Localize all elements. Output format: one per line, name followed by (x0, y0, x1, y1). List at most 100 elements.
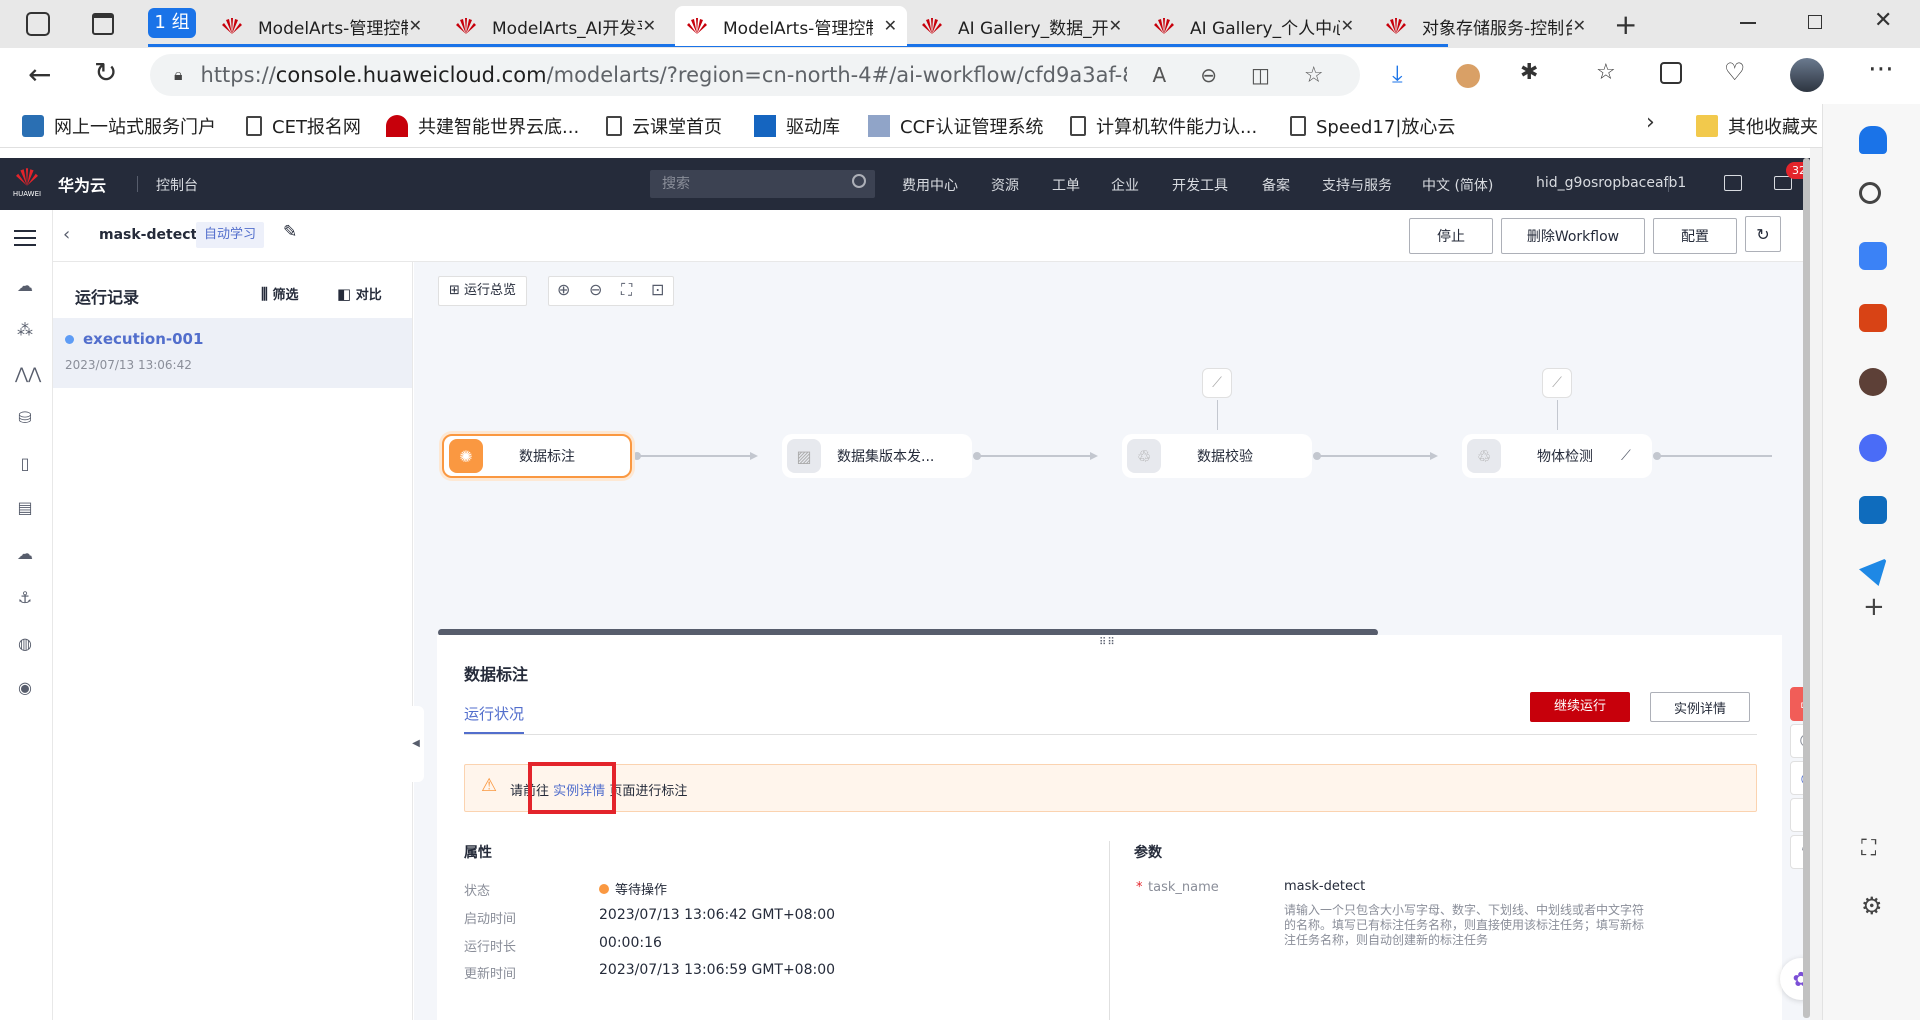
tab-group-label[interactable]: 1 组 (148, 8, 196, 38)
settings-gear-icon[interactable]: ⚙ (1861, 892, 1883, 920)
nav-filing[interactable]: 备案 (1262, 175, 1290, 195)
global-search-input[interactable]: 搜索 (650, 170, 875, 198)
new-tab-icon[interactable]: + (1614, 8, 1637, 41)
close-tab-icon[interactable]: ✕ (409, 16, 422, 35)
tab-modelarts-console-1[interactable]: ModelArts-管理控制台 ✕ (210, 6, 432, 46)
download-icon[interactable]: ⤓ (1392, 60, 1403, 88)
metrics-chart-icon[interactable]: ⟋ (1542, 368, 1572, 398)
workspaces-icon[interactable] (26, 12, 50, 36)
nav-tickets[interactable]: 工单 (1052, 175, 1080, 195)
screenshot-icon[interactable]: ⛶ (1861, 836, 1876, 861)
stop-button[interactable]: 停止 (1409, 218, 1493, 254)
vertical-scrollbar[interactable] (1803, 158, 1810, 1018)
read-aloud-icon[interactable]: A (1153, 63, 1167, 87)
node-data-validation[interactable]: ♲ 数据校验 (1122, 434, 1312, 478)
bookmark-item[interactable]: Speed17|放心云 (1290, 112, 1455, 140)
close-tab-icon[interactable]: ✕ (1109, 16, 1122, 35)
nav-username[interactable]: hid_g9osropbaceafb1 (1536, 175, 1686, 191)
tab-run-status[interactable]: 运行状况 (464, 703, 525, 734)
minimize-icon[interactable] (1740, 22, 1756, 24)
run-record-item[interactable]: execution-001 2023/07/13 13:06:42 (53, 318, 412, 388)
console-link[interactable]: 控制台 (156, 175, 198, 195)
profile-avatar[interactable] (1790, 58, 1824, 92)
bookmark-item[interactable]: 云课堂首页 (606, 112, 722, 140)
chart-icon[interactable]: ⟋ (1621, 448, 1631, 464)
add-sidebar-icon[interactable]: + (1863, 592, 1885, 622)
favorite-star-icon[interactable]: ☆ (1304, 63, 1324, 88)
zoom-out-icon[interactable]: ⊖ (589, 280, 602, 299)
bookmark-item[interactable]: 计算机软件能力认... (1070, 112, 1257, 140)
refresh-icon[interactable]: ↻ (94, 56, 117, 89)
favorites-icon[interactable]: ☆ (1596, 60, 1616, 85)
refresh-button[interactable]: ↻ (1745, 216, 1781, 252)
cloud-service-icon[interactable]: ☁ (15, 276, 35, 296)
delete-workflow-button[interactable]: 删除Workflow (1501, 218, 1645, 254)
collapse-panel-handle[interactable]: ◀ (408, 706, 424, 782)
close-tab-icon[interactable]: ✕ (1573, 16, 1586, 35)
document-icon[interactable]: ▯ (15, 454, 35, 474)
node-object-detection[interactable]: ♲ 物体检测 ⟋ (1462, 434, 1652, 478)
config-button[interactable]: 配置 (1653, 218, 1737, 254)
other-favorites-folder[interactable]: 其他收藏夹 (1696, 112, 1818, 140)
close-window-icon[interactable]: ✕ (1874, 8, 1892, 33)
back-icon[interactable]: ← (28, 58, 51, 91)
close-tab-icon[interactable]: ✕ (884, 16, 897, 35)
close-tab-icon[interactable]: ✕ (1341, 16, 1354, 35)
bookmark-item[interactable]: CET报名网 (246, 112, 361, 140)
send-icon[interactable] (1859, 558, 1887, 586)
instance-details-button[interactable]: 实例详情 (1650, 692, 1750, 722)
tab-actions-icon[interactable] (92, 13, 114, 35)
help-circle-icon[interactable]: ◉ (15, 678, 35, 698)
tab-modelarts-ai[interactable]: ModelArts_AI开发平台 ✕ (444, 6, 666, 46)
split-screen-icon[interactable]: ◫ (1251, 63, 1270, 87)
cloud-sync-icon[interactable]: ☁ (15, 544, 35, 564)
node-data-labeling[interactable]: ✺ 数据标注 (442, 434, 632, 478)
hamburger-menu-icon[interactable] (14, 230, 36, 246)
brand-name[interactable]: 华为云 (58, 172, 106, 196)
tab-modelarts-console-active[interactable]: ModelArts-管理控制台 ✕ (675, 6, 907, 46)
close-tab-icon[interactable]: ✕ (643, 16, 656, 35)
tab-obs-console[interactable]: 对象存储服务-控制台 ✕ (1374, 6, 1596, 46)
fit-screen-icon[interactable]: ⛶ (621, 280, 632, 300)
search-icon[interactable] (852, 174, 866, 188)
chevron-right-icon[interactable]: › (1646, 110, 1655, 135)
zoom-in-icon[interactable]: ⊕ (557, 280, 570, 299)
filter-button[interactable]: ⫼ 筛选 (261, 284, 298, 303)
bookmark-item[interactable]: 共建智能世界云底... (386, 112, 579, 140)
search-icon[interactable] (1859, 182, 1881, 204)
browser-essentials-icon[interactable]: ♡ (1724, 58, 1746, 86)
games-icon[interactable] (1859, 368, 1887, 396)
resize-grip-icon[interactable]: ⠿⠿ (1099, 637, 1116, 648)
storage-icon[interactable]: ⛁ (15, 408, 35, 428)
continue-run-button[interactable]: 继续运行 (1530, 692, 1630, 722)
bookmark-item[interactable]: 驱动库 (754, 112, 840, 140)
compare-button[interactable]: ◧ 对比 (337, 284, 382, 303)
nav-fee-center[interactable]: 费用中心 (902, 175, 958, 195)
tab-ai-gallery-personal[interactable]: AI Gallery_个人中心 ✕ (1142, 6, 1364, 46)
nav-language[interactable]: 中文 (简体) (1422, 175, 1493, 195)
file-icon[interactable]: ▤ (15, 498, 35, 518)
url-field[interactable]: 🔒︎ https://console.huaweicloud.com/model… (150, 54, 1360, 96)
algorithm-icon[interactable]: ⋀⋀ (15, 364, 41, 384)
back-chevron-icon[interactable]: ‹ (63, 224, 70, 245)
extension-avatar-icon[interactable] (1456, 64, 1480, 88)
collections-icon[interactable] (1660, 62, 1682, 84)
edit-pencil-icon[interactable]: ✎ (283, 222, 297, 242)
huawei-logo-icon[interactable]: HUAWEI (12, 166, 42, 200)
mail-icon[interactable] (1774, 176, 1792, 190)
notification-bell-icon[interactable] (1859, 126, 1887, 154)
center-icon[interactable]: ⊡ (651, 280, 664, 299)
cloud-shell-icon[interactable] (1724, 175, 1742, 191)
run-overview-button[interactable]: ⊞ 运行总览 (438, 276, 528, 306)
tools-icon[interactable] (1859, 304, 1887, 332)
bookmark-item[interactable]: 网上一站式服务门户 (22, 112, 216, 140)
shopping-tag-icon[interactable] (1859, 242, 1887, 270)
copilot-icon[interactable] (1859, 434, 1887, 462)
bookmark-item[interactable]: CCF认证管理系统 (868, 112, 1044, 140)
outlook-icon[interactable] (1859, 496, 1887, 524)
globe-icon[interactable]: ◍ (15, 634, 35, 654)
tab-ai-gallery-data[interactable]: AI Gallery_数据_开发者 ✕ (910, 6, 1132, 46)
extensions-icon[interactable]: ✱ (1520, 60, 1538, 85)
deploy-icon[interactable]: ⚓ (15, 588, 35, 608)
metrics-chart-icon[interactable]: ⟋ (1202, 368, 1232, 398)
